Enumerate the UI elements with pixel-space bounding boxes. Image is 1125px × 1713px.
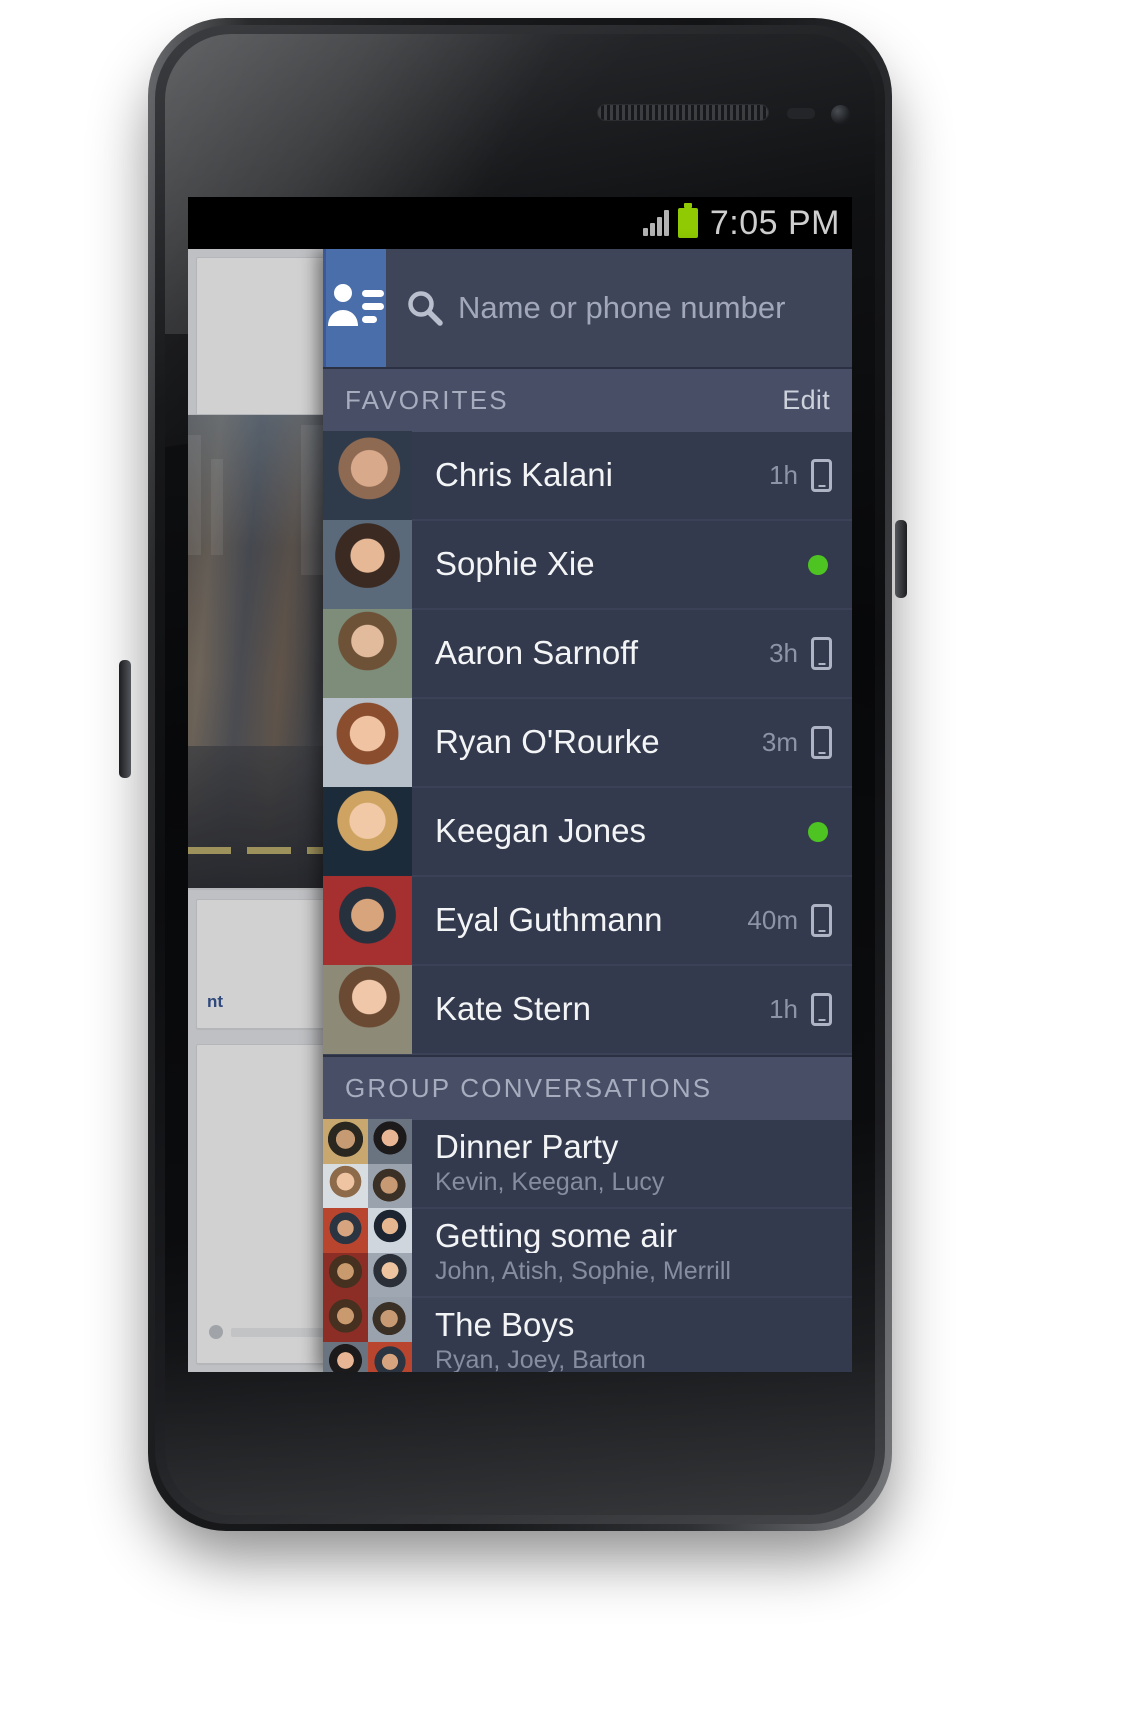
- background-card-2[interactable]: nt: [196, 899, 323, 1029]
- phone-screen: 7:05 PM nt Name or phone number FAVORITE…: [188, 197, 852, 1372]
- timestamp: 40m: [747, 905, 798, 935]
- list-item[interactable]: Getting some air John, Atish, Sophie, Me…: [323, 1208, 852, 1298]
- status-bar: 7:05 PM: [188, 197, 852, 249]
- avatar: [323, 965, 412, 1054]
- group-members: Ryan, Joey, Barton: [435, 1346, 646, 1372]
- messenger-panel: + FAVORITES Edit Chris Kalani 1h Sophie …: [323, 249, 852, 1372]
- list-item[interactable]: Aaron Sarnoff 3h: [323, 609, 852, 699]
- group-avatar: [323, 1119, 412, 1208]
- group-name: Dinner Party: [435, 1129, 619, 1165]
- search-input[interactable]: [458, 290, 852, 326]
- search-icon: [406, 289, 444, 327]
- timestamp: 3m: [761, 727, 798, 757]
- contact-name: Eyal Guthmann: [435, 903, 663, 938]
- mobile-icon: [811, 993, 832, 1026]
- contact-name: Chris Kalani: [435, 458, 613, 493]
- background-app[interactable]: nt: [188, 249, 323, 1372]
- group-members: John, Atish, Sophie, Merrill: [435, 1257, 731, 1286]
- battery-icon: [677, 203, 698, 238]
- contact-name: Sophie Xie: [435, 547, 595, 582]
- mobile-icon: [811, 726, 832, 759]
- contact-name: Kate Stern: [435, 992, 591, 1027]
- proximity-sensor-icon: [787, 108, 815, 119]
- status-bar-clock: 7:05 PM: [709, 203, 840, 242]
- contact-name: Ryan O'Rourke: [435, 725, 660, 760]
- contact-name: Keegan Jones: [435, 814, 647, 849]
- app-top-bar: +: [323, 249, 852, 367]
- volume-button[interactable]: [119, 660, 131, 778]
- section-header-favorites: FAVORITES Edit: [323, 367, 852, 432]
- contacts-list-icon: [326, 280, 386, 337]
- placeholder-line: [231, 1328, 323, 1337]
- list-item[interactable]: Ryan O'Rourke 3m: [323, 698, 852, 788]
- background-card-label: nt: [207, 992, 224, 1011]
- list-item[interactable]: Dinner Party Kevin, Keegan, Lucy: [323, 1119, 852, 1209]
- timestamp: 1h: [769, 994, 798, 1024]
- avatar: [323, 876, 412, 965]
- power-button[interactable]: [895, 520, 907, 598]
- group-name: The Boys: [435, 1307, 575, 1343]
- background-card-1[interactable]: [196, 257, 323, 417]
- background-photo-card[interactable]: [188, 414, 323, 889]
- list-item[interactable]: Eyal Guthmann 40m: [323, 876, 852, 966]
- avatar: [323, 698, 412, 787]
- timestamp: 1h: [769, 460, 798, 490]
- list-item[interactable]: Chris Kalani 1h: [323, 431, 852, 521]
- mobile-icon: [811, 904, 832, 937]
- screenshot-stage: 7:05 PM nt Name or phone number FAVORITE…: [0, 0, 1125, 1713]
- mobile-icon: [811, 459, 832, 492]
- edit-favorites-button[interactable]: Edit: [782, 385, 830, 416]
- background-photo-road: [188, 746, 323, 888]
- group-avatar: [323, 1297, 412, 1372]
- section-header-group-conversations: GROUP CONVERSATIONS: [323, 1055, 852, 1120]
- light-sensor-icon: [831, 105, 850, 124]
- earpiece-speaker-icon: [597, 104, 769, 121]
- avatar: [323, 609, 412, 698]
- contacts-button[interactable]: [323, 249, 386, 367]
- search-bar[interactable]: [386, 249, 852, 367]
- online-status-icon: [808, 554, 828, 575]
- signal-bars-icon: [642, 210, 669, 236]
- timestamp: 3h: [769, 638, 798, 668]
- contact-name: Aaron Sarnoff: [435, 636, 639, 671]
- avatar: [323, 431, 412, 520]
- list-item[interactable]: Kate Stern 1h: [323, 965, 852, 1055]
- avatar: [209, 1325, 223, 1339]
- section-title: GROUP CONVERSATIONS: [345, 1073, 713, 1103]
- online-status-icon: [808, 821, 828, 842]
- group-avatar: [323, 1208, 412, 1297]
- group-members: Kevin, Keegan, Lucy: [435, 1168, 665, 1197]
- list-item[interactable]: The Boys Ryan, Joey, Barton: [323, 1297, 852, 1372]
- group-name: Getting some air: [435, 1218, 678, 1254]
- list-item[interactable]: Sophie Xie: [323, 520, 852, 610]
- section-title: FAVORITES: [345, 385, 509, 415]
- avatar: [323, 520, 412, 609]
- avatar: [323, 787, 412, 876]
- background-photo: [188, 415, 323, 888]
- background-card-3[interactable]: [196, 1044, 323, 1364]
- mobile-icon: [811, 637, 832, 670]
- list-item[interactable]: Keegan Jones: [323, 787, 852, 877]
